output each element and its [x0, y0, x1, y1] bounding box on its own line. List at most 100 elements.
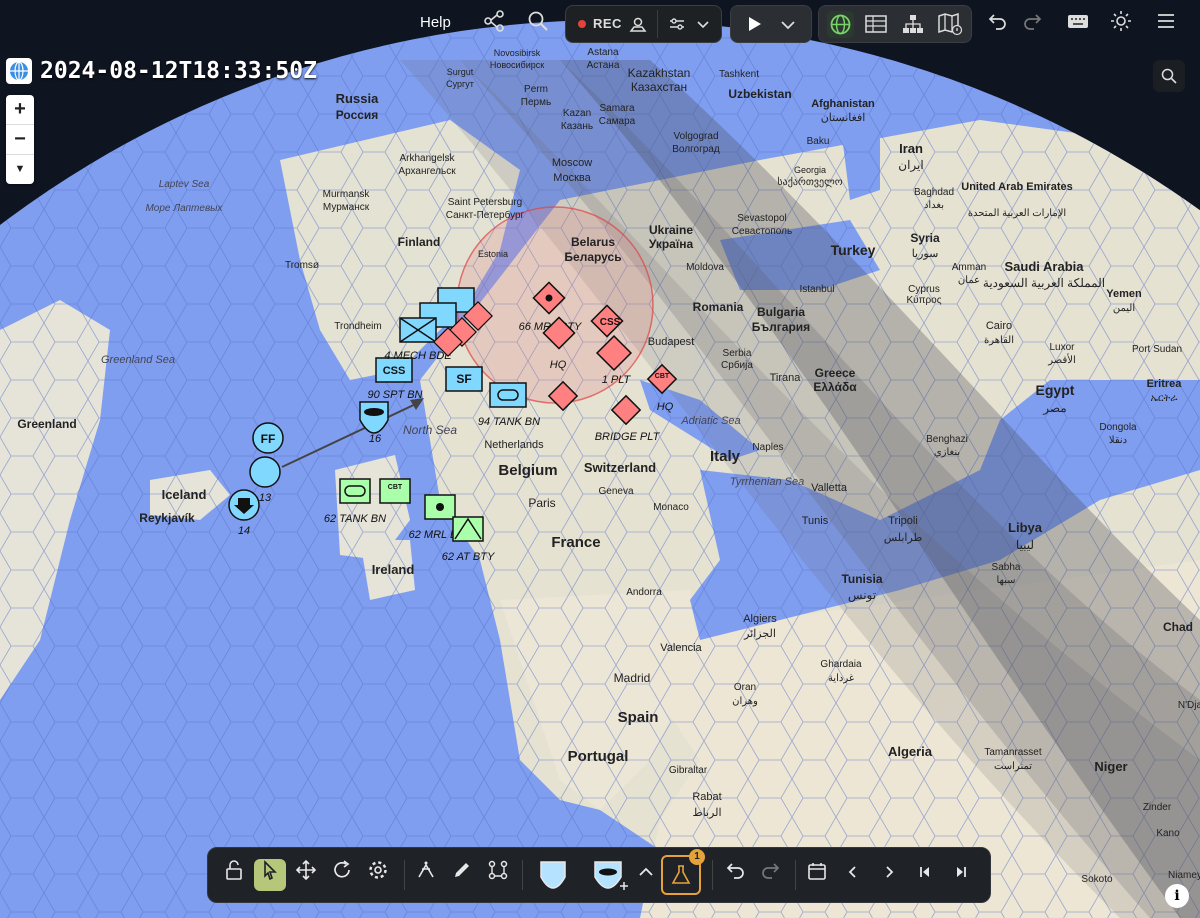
record-button[interactable]: REC — [593, 16, 622, 31]
globe-icon — [10, 61, 28, 81]
label-saudi-ar: المملكة العربية السعودية — [983, 276, 1105, 290]
label-cyprus-gr: Κύπρος — [906, 294, 941, 306]
search-icon[interactable] — [525, 10, 551, 36]
lock-icon[interactable] — [218, 859, 250, 891]
label-serbia-cyr: Србија — [721, 359, 753, 371]
label-belarus: Belarus — [571, 235, 615, 249]
last-icon[interactable] — [945, 859, 977, 891]
record-icon[interactable] — [578, 20, 586, 28]
globe-map[interactable]: Russia Россия Finland Belarus Беларусь U… — [0, 0, 1200, 918]
label-serbia: Serbia — [723, 348, 752, 359]
info-icon[interactable]: i — [1165, 884, 1189, 908]
label-sabha-ar: سبها — [996, 575, 1015, 586]
globe-icon[interactable] — [827, 11, 854, 38]
symbol-tool-icon[interactable] — [410, 859, 442, 891]
label-egypt-ar: مصر — [1042, 401, 1066, 415]
chevron-up-icon[interactable] — [630, 859, 662, 891]
unit-neutral-cbt-code: CBT — [388, 484, 403, 491]
label-cairo-ar: القاهرة — [984, 335, 1014, 346]
menu-icon[interactable] — [1153, 10, 1179, 36]
table-icon[interactable] — [864, 13, 888, 40]
select-icon[interactable] — [254, 859, 286, 891]
user-pin-icon[interactable] — [628, 14, 648, 39]
label-syria: Syria — [910, 231, 940, 245]
label-gibraltar: Gibraltar — [669, 765, 708, 776]
settings-sliders-icon[interactable] — [667, 14, 687, 39]
settings-icon[interactable] — [362, 859, 394, 891]
label-sevastopol-cyr: Севастополь — [732, 226, 792, 237]
label-volgograd-cyr: Волгоград — [672, 144, 720, 155]
label-istanbul: Istanbul — [799, 284, 834, 295]
undo-icon[interactable] — [984, 10, 1010, 36]
hierarchy-icon[interactable] — [901, 13, 925, 40]
label-moscow: Moscow — [552, 157, 592, 169]
label-yemen-ar: اليمن — [1113, 303, 1135, 314]
play-icon[interactable] — [745, 15, 763, 38]
calendar-icon[interactable] — [801, 859, 833, 891]
friendly-shield-icon[interactable] — [535, 859, 571, 891]
label-oran: Oran — [734, 682, 756, 693]
zoom-in-button[interactable]: + — [6, 95, 34, 125]
unit-neutral-cbt[interactable] — [379, 478, 411, 504]
label-russia: Russia — [336, 91, 379, 106]
help-link[interactable]: Help — [420, 14, 451, 31]
label-samara: Samara — [599, 103, 634, 114]
redo-icon[interactable] — [1020, 10, 1046, 36]
compass-reset-button[interactable]: ▼ — [6, 155, 34, 184]
undo-icon[interactable] — [719, 859, 751, 891]
label-greece: Greece — [815, 366, 856, 380]
label-saudi: Saudi Arabia — [1005, 259, 1085, 274]
label-benghazi-ar: بنغازي — [934, 447, 960, 458]
label-italy: Italy — [710, 448, 741, 465]
first-icon[interactable] — [909, 859, 941, 891]
label-tyrrhenian-sea: Tyrrhenian Sea — [730, 476, 804, 488]
label-valletta: Valletta — [811, 482, 848, 494]
label-valencia: Valencia — [660, 642, 702, 654]
label-tamanrasset-ar: تمنراست — [994, 761, 1032, 772]
unit-66-mrl-bty-dot-icon — [545, 294, 553, 302]
label-astana-cyr: Астана — [587, 60, 620, 71]
top-toolbar: Help REC — [0, 0, 1200, 46]
rotate-icon[interactable] — [326, 859, 358, 891]
label-geneva: Geneva — [598, 486, 633, 497]
keyboard-icon[interactable] — [1065, 10, 1091, 36]
label-arkhangelsk: Arkhangelsk — [399, 153, 455, 164]
label-amman: Amman — [952, 262, 986, 273]
label-estonia: Estonia — [478, 249, 508, 259]
unit-bridge-plt-label: BRIDGE PLT — [595, 431, 661, 443]
label-spb: Saint Petersburg — [448, 197, 523, 208]
label-ndjamena: N'Dja — [1178, 700, 1200, 711]
label-tashkent: Tashkent — [719, 69, 759, 80]
pencil-icon[interactable] — [446, 859, 478, 891]
unit-add-icon[interactable] — [591, 859, 631, 892]
next-icon[interactable] — [873, 859, 905, 891]
unit-94-tank-bn[interactable] — [489, 382, 527, 408]
label-surgut-cyr: Сургут — [446, 79, 474, 89]
label-surgut: Surgut — [447, 67, 474, 77]
brightness-icon[interactable] — [1108, 10, 1134, 36]
map-search-button[interactable] — [1153, 60, 1185, 92]
map-icon[interactable] — [937, 12, 963, 41]
globe-view-button[interactable] — [6, 58, 32, 84]
path-icon[interactable] — [482, 859, 514, 891]
label-tunisia-ar: تونس — [848, 588, 876, 602]
chevron-down-icon[interactable] — [695, 14, 711, 39]
redo-icon[interactable] — [755, 859, 787, 891]
label-tirana: Tirana — [770, 372, 802, 384]
label-eritrea-ti: ኤርትራ — [1150, 393, 1178, 404]
zoom-out-button[interactable]: − — [6, 125, 34, 155]
move-icon[interactable] — [290, 859, 322, 891]
label-bulgaria: Bulgaria — [757, 305, 805, 319]
label-finland: Finland — [398, 235, 441, 249]
play-options-chevron-icon[interactable] — [779, 14, 797, 39]
unit-13[interactable] — [249, 456, 281, 488]
label-spain: Spain — [618, 709, 659, 726]
label-cairo: Cairo — [986, 320, 1012, 332]
unit-62-at-bty[interactable] — [452, 516, 484, 542]
label-tamanrasset: Tamanrasset — [984, 747, 1041, 758]
share-icon[interactable] — [481, 10, 507, 36]
label-laptev-sea: Laptev Sea — [159, 179, 210, 190]
lab-icon[interactable]: 1 — [661, 849, 705, 895]
prev-icon[interactable] — [837, 859, 869, 891]
label-adriatic-sea: Adriatic Sea — [680, 415, 740, 427]
